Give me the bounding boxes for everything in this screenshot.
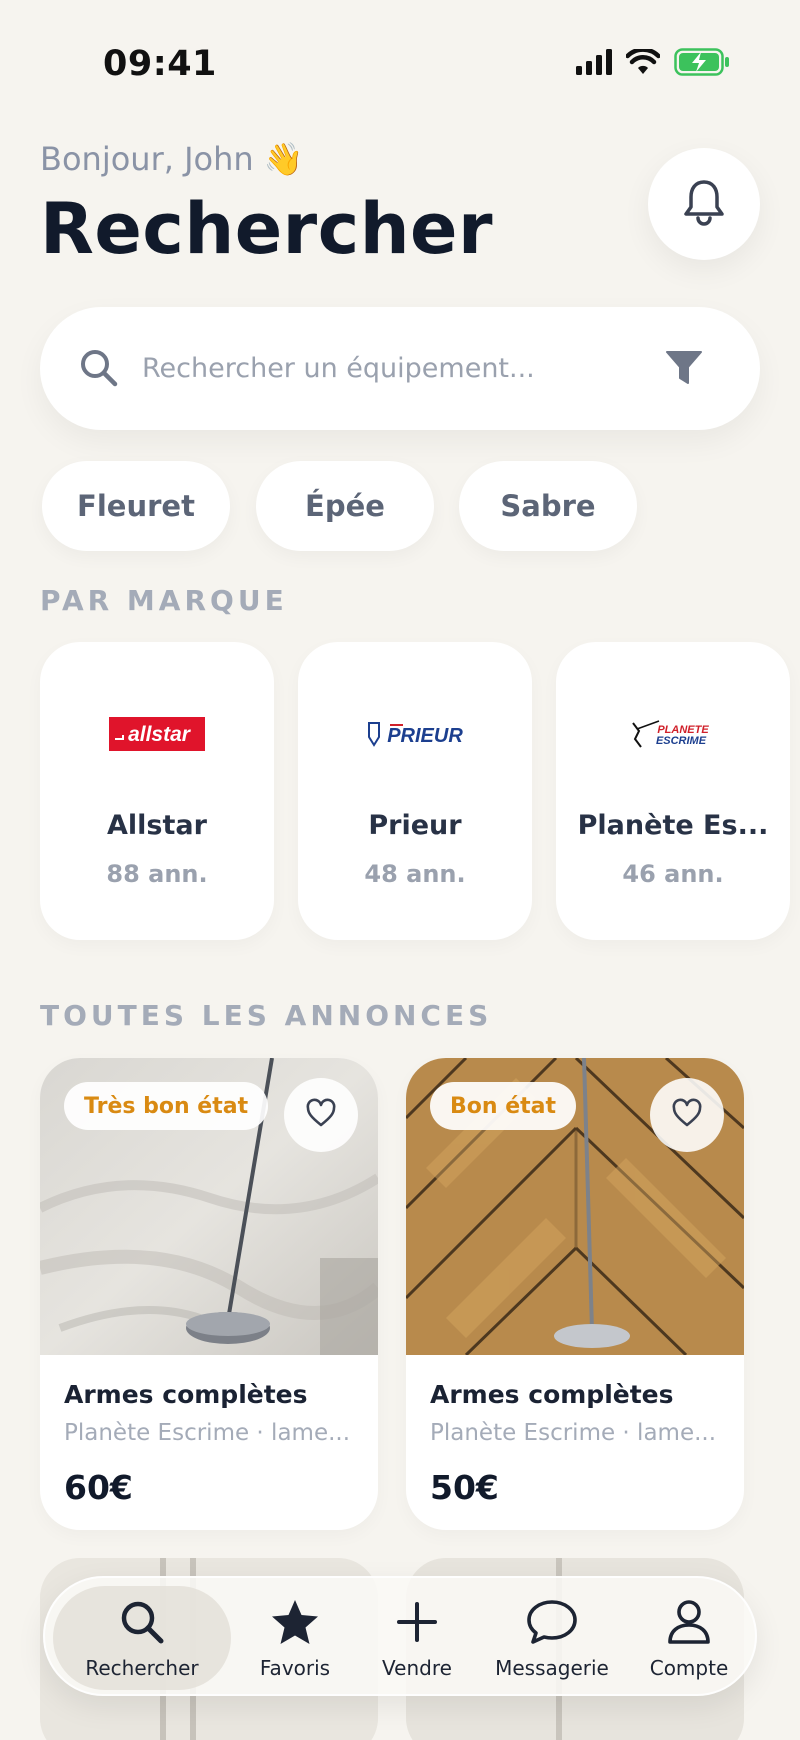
bell-icon <box>682 178 726 230</box>
brand-listing-count: 48 ann. <box>364 860 466 888</box>
listing-meta: Planète Escrime · lame... <box>64 1420 351 1446</box>
search-input[interactable] <box>142 343 622 393</box>
tab-compte[interactable]: Compte <box>629 1586 749 1690</box>
brand-name: Allstar <box>107 810 207 841</box>
brands-section-heading: PAR MARQUE <box>40 584 288 617</box>
listing-card[interactable]: Très bon état Armes complètes Planète Es… <box>40 1058 378 1530</box>
search-icon <box>118 1598 166 1650</box>
listing-meta: Planète Escrime · lame... <box>430 1420 717 1446</box>
battery-charging-icon <box>674 48 730 80</box>
page-title: Rechercher <box>40 188 494 270</box>
brand-card-allstar[interactable]: allstar Allstar 88 ann. <box>40 642 274 940</box>
tab-label: Messagerie <box>495 1656 609 1680</box>
filter-chip-fleuret[interactable]: Fleuret <box>42 461 230 551</box>
favorite-button[interactable] <box>284 1078 358 1152</box>
plus-icon <box>393 1598 441 1650</box>
listing-card[interactable]: Bon état Armes complètes Planète Escrime… <box>406 1058 744 1530</box>
tab-messagerie[interactable]: Messagerie <box>477 1586 627 1690</box>
tab-bar: Rechercher Favoris Vendre Messagerie Com… <box>43 1576 757 1696</box>
listing-photo: Bon état <box>406 1058 744 1355</box>
listing-title: Armes complètes <box>430 1380 674 1409</box>
filter-chip-epee[interactable]: Épée <box>256 461 434 551</box>
allstar-logo: allstar <box>40 706 274 762</box>
status-icons <box>576 47 730 80</box>
brand-name: Prieur <box>368 810 462 841</box>
notifications-button[interactable] <box>648 148 760 260</box>
filter-chip-sabre[interactable]: Sabre <box>459 461 637 551</box>
condition-badge: Bon état <box>430 1082 577 1130</box>
wifi-icon <box>625 47 661 79</box>
cellular-signal-icon <box>576 49 612 79</box>
listings-section-heading: TOUTES LES ANNONCES <box>40 999 493 1032</box>
greeting: Bonjour, John 👋 <box>40 140 304 178</box>
brand-card-planete-escrime[interactable]: PLANETE ESCRIME Planète Es... 46 ann. <box>556 642 790 940</box>
person-icon <box>666 1598 712 1650</box>
listing-price: 50€ <box>430 1468 499 1507</box>
heart-icon <box>671 1098 703 1132</box>
brand-listing-count: 46 ann. <box>622 860 724 888</box>
prieur-logo: PRIEUR <box>298 706 532 762</box>
listing-title: Armes complètes <box>64 1380 308 1409</box>
svg-text:PRIEUR: PRIEUR <box>387 725 463 747</box>
brand-name: Planète Es... <box>577 810 769 841</box>
favorite-button[interactable] <box>650 1078 724 1152</box>
status-time: 09:41 <box>103 44 217 84</box>
tab-rechercher[interactable]: Rechercher <box>53 1586 231 1690</box>
chat-bubble-icon <box>525 1598 579 1650</box>
search-icon <box>78 347 120 393</box>
brand-card-prieur[interactable]: PRIEUR Prieur 48 ann. <box>298 642 532 940</box>
brand-listing-count: 88 ann. <box>106 860 208 888</box>
filter-icon[interactable] <box>664 349 704 391</box>
star-icon <box>270 1598 320 1650</box>
tab-vendre[interactable]: Vendre <box>357 1586 477 1690</box>
tab-label: Favoris <box>259 1656 331 1680</box>
tab-label: Compte <box>649 1656 729 1680</box>
condition-badge: Très bon état <box>64 1082 269 1130</box>
status-bar: 09:41 <box>0 0 800 130</box>
svg-text:allstar: allstar <box>128 723 192 746</box>
tab-favoris[interactable]: Favoris <box>235 1586 355 1690</box>
listing-photo: Très bon état <box>40 1058 378 1355</box>
svg-text:ESCRIME: ESCRIME <box>656 735 707 747</box>
heart-icon <box>305 1098 337 1132</box>
tab-label: Vendre <box>382 1656 452 1680</box>
tab-label: Rechercher <box>85 1656 199 1680</box>
planete-escrime-logo: PLANETE ESCRIME <box>556 706 790 762</box>
search-bar[interactable] <box>40 307 760 430</box>
listing-price: 60€ <box>64 1468 133 1507</box>
